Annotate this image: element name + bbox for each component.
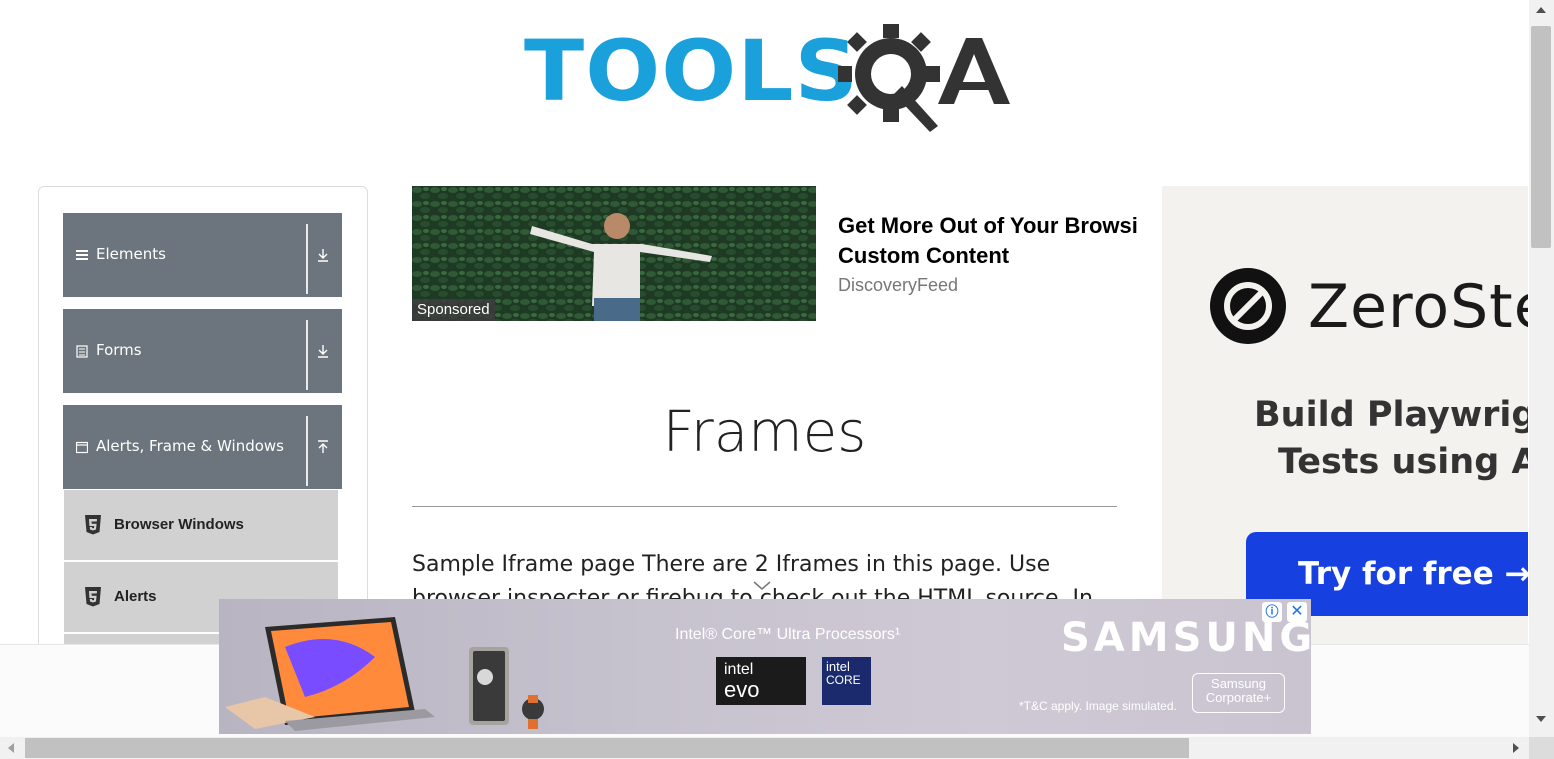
zerostep-logo-icon bbox=[1210, 268, 1286, 344]
group-label: Forms bbox=[96, 341, 142, 359]
scroll-up-arrow-icon[interactable] bbox=[1536, 7, 1546, 13]
document-icon bbox=[76, 345, 88, 358]
menu-item-label: Browser Windows bbox=[114, 516, 244, 533]
group-label: Elements bbox=[96, 245, 166, 263]
toolsqa-logo[interactable]: TOOLS bbox=[524, 22, 1014, 137]
menu-item-label: Alerts bbox=[114, 588, 157, 605]
laptop-image bbox=[225, 617, 435, 731]
ad-close-icon[interactable]: ✕ bbox=[1287, 602, 1307, 622]
sponsored-title[interactable]: Get More Out of Your Browsi Custom Conte… bbox=[838, 211, 1162, 273]
badge-line: Samsung bbox=[1211, 676, 1266, 691]
ad-info-icon[interactable]: ⓘ bbox=[1262, 602, 1282, 622]
logo-letter-a bbox=[938, 38, 1010, 104]
hamburger-icon bbox=[76, 250, 88, 260]
sponsored-source[interactable]: DiscoveryFeed bbox=[838, 275, 958, 296]
upload-arrow-icon[interactable] bbox=[316, 439, 330, 455]
scroll-down-arrow-icon[interactable] bbox=[1536, 716, 1546, 722]
gear-magnifier-icon bbox=[838, 24, 940, 132]
horizontal-scroll-thumb[interactable] bbox=[25, 738, 1189, 758]
badge-text: evo bbox=[724, 677, 760, 702]
sponsored-title-line: Custom Content bbox=[838, 243, 1010, 268]
badge-line: Corporate+ bbox=[1205, 690, 1272, 705]
ad-tagline-line: Build Playwrigh bbox=[1254, 395, 1528, 435]
scrollbar-corner bbox=[1529, 737, 1554, 759]
group-label: Alerts, Frame & Windows bbox=[96, 437, 284, 455]
ad-headline: Intel® Core™ Ultra Processors¹ bbox=[675, 626, 901, 643]
intel-evo-badge: intel evo bbox=[716, 657, 806, 705]
vertical-scroll-thumb[interactable] bbox=[1531, 26, 1551, 248]
group-forms[interactable]: Forms bbox=[63, 309, 342, 393]
group-alerts-frame-windows[interactable]: Alerts, Frame & Windows bbox=[63, 405, 342, 489]
sponsored-title-line: Get More Out of Your Browsi bbox=[838, 213, 1138, 238]
bottom-advertisement[interactable]: Intel® Core™ Ultra Processors¹ intel evo… bbox=[219, 599, 1311, 734]
vertical-scrollbar[interactable] bbox=[1529, 0, 1554, 737]
intro-text: Sample Iframe page There are 2 Iframes i… bbox=[412, 552, 1093, 600]
right-advertisement[interactable]: ZeroSte Build Playwrigh Tests using A Tr… bbox=[1162, 186, 1528, 644]
ad-tagline-line: Tests using A bbox=[1278, 442, 1528, 482]
download-arrow-icon[interactable] bbox=[316, 247, 330, 263]
intel-core-badge: intel CORE bbox=[822, 657, 871, 705]
window-icon bbox=[76, 441, 88, 454]
sponsored-image[interactable]: Sponsored bbox=[412, 186, 816, 321]
html5-icon bbox=[85, 515, 101, 535]
scroll-left-arrow-icon[interactable] bbox=[8, 743, 14, 753]
ad-tagline: Build Playwrigh Tests using A bbox=[1254, 392, 1528, 486]
menu-item-browser-windows[interactable]: Browser Windows bbox=[64, 490, 338, 561]
chevron-down-icon[interactable] bbox=[752, 580, 772, 592]
sponsored-tag: Sponsored bbox=[412, 299, 495, 321]
logo-text: TOOLS bbox=[524, 22, 860, 120]
divider bbox=[306, 416, 308, 486]
badge-text: intel bbox=[826, 659, 850, 674]
page-title: Frames bbox=[662, 400, 867, 465]
samsung-corporate-badge[interactable]: Samsung Corporate+ bbox=[1192, 673, 1285, 713]
html5-icon bbox=[85, 587, 101, 607]
divider bbox=[306, 320, 308, 390]
badge-text: CORE bbox=[826, 673, 861, 687]
ad-brand: ZeroSte bbox=[1308, 272, 1528, 342]
horizontal-scrollbar[interactable] bbox=[0, 737, 1529, 759]
divider bbox=[306, 224, 308, 294]
title-divider bbox=[412, 506, 1117, 507]
ad-fine-print: *T&C apply. Image simulated. bbox=[1019, 699, 1177, 713]
scroll-right-arrow-icon[interactable] bbox=[1513, 743, 1519, 753]
group-elements[interactable]: Elements bbox=[63, 213, 342, 297]
phone-watch-image bbox=[469, 647, 544, 729]
download-arrow-icon[interactable] bbox=[316, 343, 330, 359]
